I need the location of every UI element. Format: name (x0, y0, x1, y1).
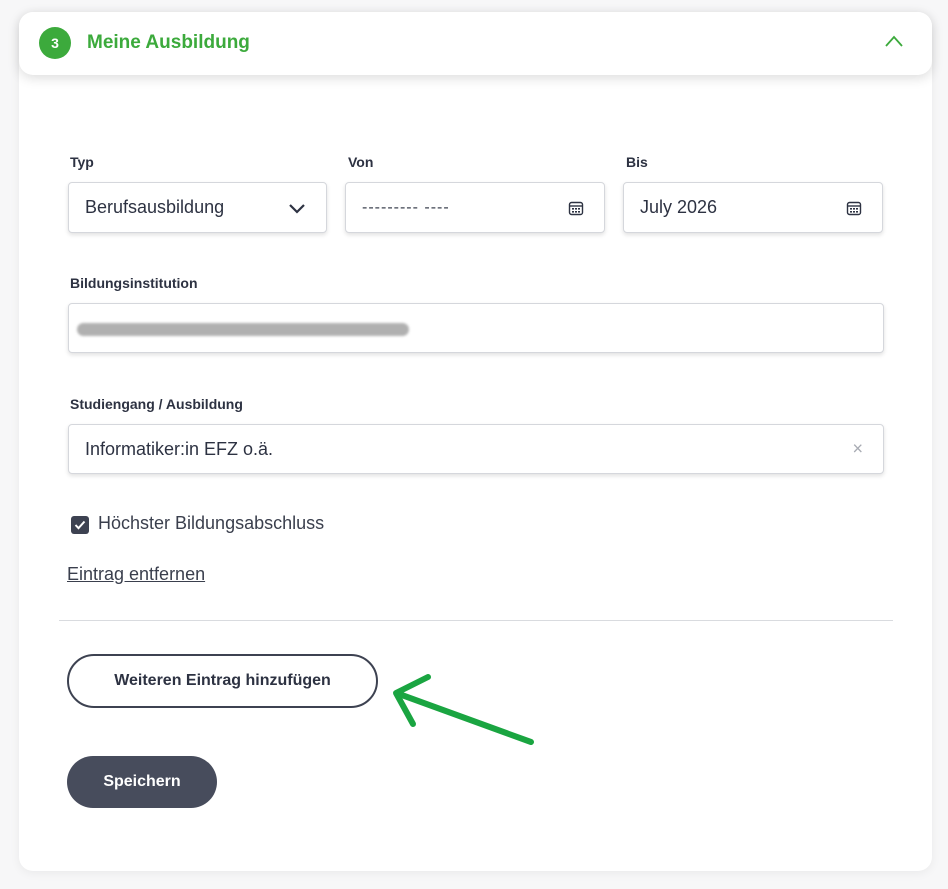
von-value: --------- ---- (362, 198, 450, 216)
annotation-arrow (393, 674, 534, 745)
highest-degree-label[interactable]: Höchster Bildungsabschluss (98, 513, 324, 534)
institution-label: Bildungsinstitution (70, 275, 198, 291)
remove-entry-link[interactable]: Eintrag entfernen (67, 564, 205, 585)
add-entry-button[interactable]: Weiteren Eintrag hinzufügen (67, 654, 378, 708)
chevron-up-icon[interactable] (884, 34, 904, 48)
typ-label: Typ (70, 154, 94, 170)
redacted-value (77, 323, 409, 336)
section-header[interactable]: 3 Meine Ausbildung (19, 12, 932, 75)
institution-input[interactable] (68, 303, 884, 353)
bis-date-input[interactable]: July 2026 (623, 182, 883, 233)
studiengang-value: Informatiker:in EFZ o.ä. (85, 438, 274, 459)
typ-select[interactable]: Berufsausbildung (68, 182, 327, 233)
bis-value: July 2026 (640, 197, 718, 217)
studiengang-label: Studiengang / Ausbildung (70, 396, 243, 412)
bis-label: Bis (626, 154, 648, 170)
calendar-icon[interactable] (846, 200, 862, 216)
checkmark-icon (74, 520, 86, 530)
clear-icon[interactable]: × (852, 439, 863, 460)
save-button[interactable]: Speichern (67, 756, 217, 808)
section-title: Meine Ausbildung (87, 32, 250, 53)
von-date-input[interactable]: --------- ---- (345, 182, 605, 233)
step-badge: 3 (39, 27, 71, 59)
typ-value: Berufsausbildung (85, 197, 225, 217)
studiengang-input[interactable]: Informatiker:in EFZ o.ä. × (68, 424, 884, 474)
von-label: Von (348, 154, 374, 170)
highest-degree-checkbox[interactable] (71, 516, 89, 534)
calendar-icon[interactable] (568, 200, 584, 216)
divider (59, 620, 893, 621)
chevron-down-icon (289, 203, 305, 214)
